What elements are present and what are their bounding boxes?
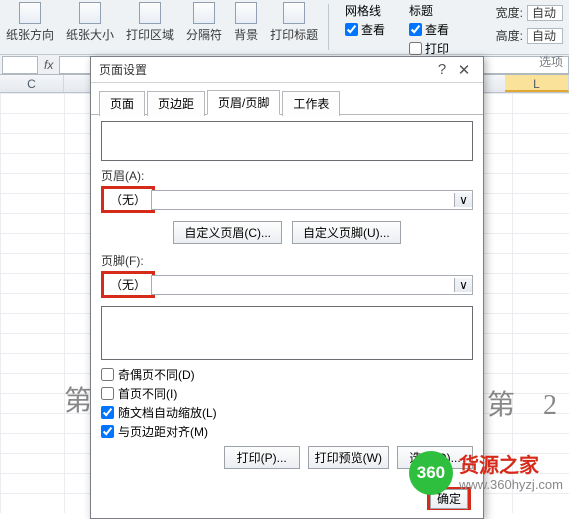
ribbon-background[interactable]: 背景 [234, 2, 258, 43]
orientation-icon [19, 2, 41, 24]
ribbon-separator [328, 4, 329, 50]
print-titles-icon [283, 2, 305, 24]
footer-select[interactable]: ∨ [151, 275, 473, 295]
watermark-url: www.360hyzj.com [459, 477, 563, 492]
width-label: 宽度: [496, 4, 523, 21]
ribbon-print-titles[interactable]: 打印标题 [270, 2, 318, 43]
tab-page[interactable]: 页面 [99, 91, 145, 116]
footer-select-value: （无） [104, 274, 152, 295]
header-preview [101, 121, 473, 161]
breaks-icon [193, 2, 215, 24]
titles-label: 标题 [409, 2, 449, 19]
col-l[interactable]: L [505, 75, 569, 92]
check-align-margins[interactable]: 与页边距对齐(M) [101, 423, 473, 440]
footer-preview [101, 306, 473, 360]
name-box[interactable] [2, 56, 38, 74]
check-scale[interactable]: 随文档自动缩放(L) [101, 404, 473, 421]
header-label: 页眉(A): [101, 167, 473, 184]
gridlines-label: 网格线 [345, 2, 385, 19]
background-icon [235, 2, 257, 24]
gridlines-view-check[interactable]: 查看 [345, 21, 385, 38]
custom-footer-button[interactable]: 自定义页脚(U)... [292, 221, 401, 244]
ribbon-size[interactable]: 纸张大小 [66, 2, 114, 43]
ribbon: 纸张方向 纸张大小 打印区域 分隔符 背景 打印标题 宽度:自动 高度:自动 网… [0, 0, 569, 55]
ribbon-breaks[interactable]: 分隔符 [186, 2, 222, 43]
help-button[interactable]: ? [431, 61, 453, 78]
height-value[interactable]: 自动 [527, 28, 563, 44]
dialog-titlebar: 页面设置 ? ✕ [91, 57, 483, 83]
header-select[interactable]: ∨ [151, 190, 473, 210]
print-button[interactable]: 打印(P)... [224, 446, 300, 469]
custom-header-button[interactable]: 自定义页眉(C)... [173, 221, 282, 244]
dialog-tabs: 页面 页边距 页眉/页脚 工作表 [91, 83, 483, 115]
titles-view-check[interactable]: 查看 [409, 21, 449, 38]
check-first-page[interactable]: 首页不同(I) [101, 385, 473, 402]
col-c[interactable]: C [0, 75, 64, 92]
tab-sheet[interactable]: 工作表 [282, 91, 340, 116]
fx-label: fx [44, 58, 53, 72]
ribbon-print-area[interactable]: 打印区域 [126, 2, 174, 43]
titles-print-check[interactable]: 打印 [409, 40, 449, 57]
watermark: 360 货源之家 www.360hyzj.com [409, 451, 563, 495]
watermark-text: 货源之家 [459, 455, 563, 477]
footer-label: 页脚(F): [101, 252, 473, 269]
page-setup-dialog: 页面设置 ? ✕ 页面 页边距 页眉/页脚 工作表 页眉(A): （无） ∨ 自… [90, 56, 484, 519]
watermark-badge: 360 [409, 451, 453, 495]
chevron-down-icon[interactable]: ∨ [454, 278, 472, 292]
ribbon-orientation[interactable]: 纸张方向 [6, 2, 54, 43]
close-button[interactable]: ✕ [453, 61, 475, 79]
footer-highlight: （无） [101, 271, 155, 298]
check-odd-even[interactable]: 奇偶页不同(D) [101, 366, 473, 383]
tab-margins[interactable]: 页边距 [147, 91, 205, 116]
header-select-value: （无） [104, 189, 152, 210]
print-area-icon [139, 2, 161, 24]
print-preview-button[interactable]: 打印预览(W) [308, 446, 389, 469]
tab-header-footer[interactable]: 页眉/页脚 [207, 90, 280, 115]
header-highlight: （无） [101, 186, 155, 213]
dialog-title: 页面设置 [99, 61, 431, 78]
chevron-down-icon[interactable]: ∨ [454, 193, 472, 207]
width-value[interactable]: 自动 [527, 5, 563, 21]
ribbon-options-link[interactable]: 选项 [539, 53, 563, 70]
size-icon [79, 2, 101, 24]
page-indicator-left: 第 [64, 379, 92, 419]
page-indicator-right: 第 2 [487, 383, 557, 423]
height-label: 高度: [496, 27, 523, 44]
